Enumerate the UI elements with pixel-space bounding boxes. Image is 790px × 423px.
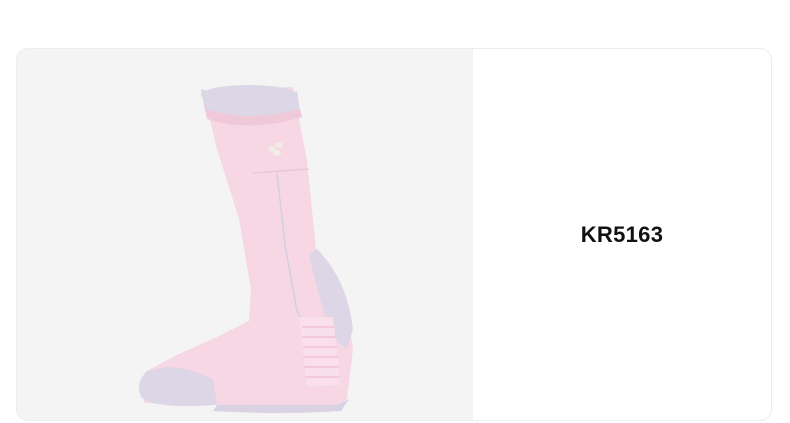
product-card[interactable]: KR5163	[16, 48, 772, 421]
product-info-panel: KR5163	[473, 49, 771, 420]
sock-image-icon	[139, 85, 353, 413]
product-image[interactable]	[17, 49, 473, 420]
product-code: KR5163	[580, 221, 664, 247]
